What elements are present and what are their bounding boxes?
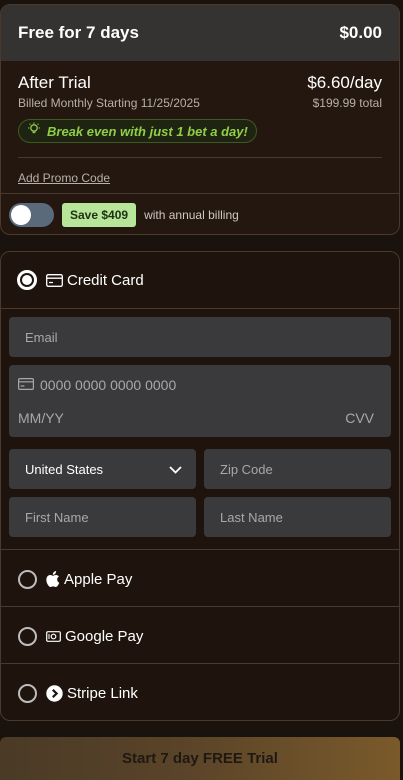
after-trial-section: After Trial $6.60/day Billed Monthly Sta… (18, 73, 382, 143)
payment-methods-panel: Credit Card Email 0000 0000 0000 0000 MM… (0, 251, 400, 721)
card-details-box: 0000 0000 0000 0000 MM/YY CVV (9, 365, 391, 437)
country-select[interactable]: United States (9, 449, 196, 489)
start-trial-button[interactable]: Start 7 day FREE Trial (0, 737, 400, 780)
trial-label: Free for 7 days (18, 23, 139, 42)
radio-unselected[interactable] (18, 683, 37, 703)
zip-placeholder: Zip Code (220, 461, 273, 477)
credit-card-icon (46, 273, 63, 287)
card-icon (18, 377, 35, 393)
payment-method-label: Apple Pay (64, 570, 133, 588)
payment-method-apple-pay[interactable]: Apple Pay (1, 568, 399, 590)
country-value: United States (25, 461, 104, 477)
trial-header: Free for 7 days $0.00 (1, 5, 399, 61)
break-even-text: Break even with just 1 bet a day! (47, 123, 248, 139)
email-field[interactable]: Email (9, 317, 391, 357)
annual-billing-text: with annual billing (144, 208, 239, 222)
radio-unselected[interactable] (18, 626, 37, 646)
cvv-field[interactable]: CVV (345, 410, 374, 426)
after-trial-label: After Trial (18, 73, 91, 92)
plan-summary-panel: Free for 7 days $0.00 After Trial $6.60/… (0, 4, 400, 235)
apple-icon (46, 571, 60, 587)
chevron-down-icon (169, 462, 182, 477)
divider (1, 308, 399, 309)
card-number-field[interactable]: 0000 0000 0000 0000 (18, 377, 176, 393)
payment-method-credit-card[interactable]: Credit Card (1, 269, 399, 291)
divider (1, 549, 399, 550)
toggle-knob (11, 205, 31, 225)
card-number-placeholder: 0000 0000 0000 0000 (40, 377, 177, 393)
first-name-placeholder: First Name (25, 509, 89, 525)
google-pay-icon (46, 630, 61, 642)
break-even-tip: Break even with just 1 bet a day! (18, 119, 257, 143)
total-price: $199.99 total (312, 96, 382, 110)
trial-price: $0.00 (339, 23, 382, 42)
billing-note: Billed Monthly Starting 11/25/2025 (18, 96, 200, 110)
first-name-field[interactable]: First Name (9, 497, 196, 537)
divider (18, 157, 382, 158)
radio-selected[interactable] (17, 270, 37, 290)
stripe-link-icon (46, 684, 63, 702)
payment-method-stripe-link[interactable]: Stripe Link (1, 682, 399, 704)
annual-billing-row: Save $409 with annual billing (9, 203, 239, 227)
add-promo-code-link[interactable]: Add Promo Code (18, 171, 110, 185)
save-badge: Save $409 (62, 203, 137, 227)
lightbulb-icon (27, 122, 41, 141)
divider (1, 193, 399, 194)
divider (1, 663, 399, 664)
after-trial-price: $6.60/day (307, 73, 382, 92)
radio-unselected[interactable] (18, 569, 37, 589)
annual-billing-toggle[interactable] (9, 203, 54, 227)
payment-method-label: Stripe Link (67, 684, 138, 702)
payment-method-google-pay[interactable]: Google Pay (1, 625, 399, 647)
last-name-field[interactable]: Last Name (204, 497, 391, 537)
last-name-placeholder: Last Name (220, 509, 283, 525)
payment-method-label: Google Pay (65, 627, 144, 645)
divider (1, 606, 399, 607)
expiry-field[interactable]: MM/YY (18, 410, 64, 426)
zip-code-field[interactable]: Zip Code (204, 449, 391, 489)
email-placeholder: Email (25, 329, 58, 345)
payment-method-label: Credit Card (67, 271, 144, 289)
